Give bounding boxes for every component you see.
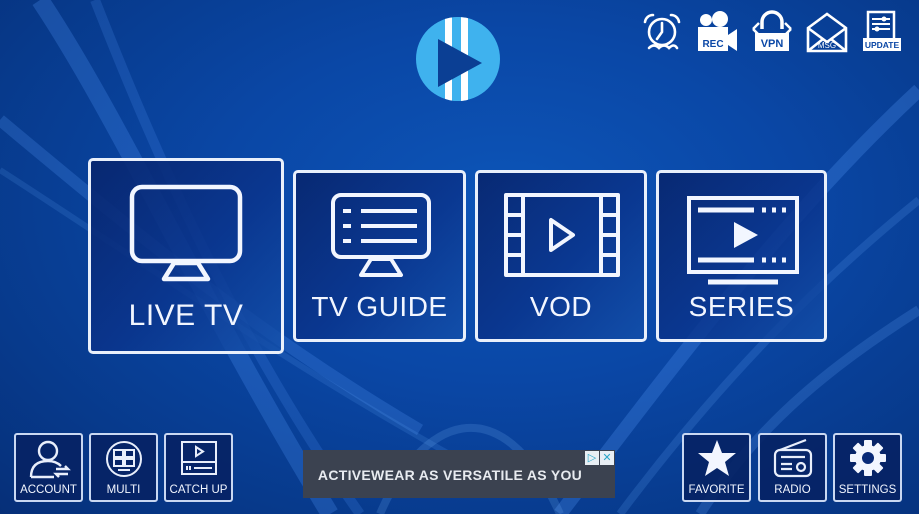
account-button[interactable]: ACCOUNT (14, 433, 83, 502)
msg-label: MSG (818, 41, 836, 50)
radio-icon (773, 438, 813, 478)
alarm-button[interactable] (640, 10, 684, 54)
ad-banner[interactable]: ACTIVEWEAR AS VERSATILE AS YOU ▷ ✕ (303, 450, 615, 498)
multi-label: MULTI (106, 484, 141, 496)
tv-icon (129, 184, 243, 282)
catch-up-label: CATCH UP (169, 484, 228, 496)
menu-tile-series[interactable]: SERIES (656, 170, 827, 342)
gear-icon (850, 440, 886, 476)
film-play-icon (504, 193, 620, 277)
lock-icon: VPN (752, 10, 792, 51)
radio-button[interactable]: RADIO (758, 433, 827, 502)
ad-close-icon[interactable]: ✕ (600, 451, 614, 465)
menu-tile-tv-guide[interactable]: TV GUIDE (293, 170, 466, 342)
alarm-clock-icon (643, 13, 681, 50)
tv-guide-icon (331, 193, 431, 277)
rec-button[interactable]: REC (695, 10, 739, 54)
vpn-button[interactable]: VPN (750, 9, 794, 53)
settings-label: SETTINGS (838, 484, 897, 496)
menu-tile-label: LIVE TV (128, 299, 244, 332)
catch-up-button[interactable]: CATCH UP (164, 433, 233, 502)
menu-tile-live-tv[interactable]: LIVE TV (88, 158, 284, 354)
adchoices-icon[interactable]: ▷ (585, 451, 599, 465)
video-camera-icon: REC (698, 11, 737, 51)
ad-text: ACTIVEWEAR AS VERSATILE AS YOU (317, 467, 583, 483)
update-button[interactable]: UPDATE (860, 9, 904, 53)
multiscreen-icon (106, 441, 142, 477)
favorite-label: FAVORITE (688, 484, 745, 496)
radio-label: RADIO (774, 484, 811, 496)
series-play-icon (687, 196, 799, 285)
envelope-icon: MSG (806, 12, 848, 53)
play-logo-icon (416, 17, 500, 101)
menu-tile-vod[interactable]: VOD (475, 170, 647, 342)
update-label: UPDATE (865, 40, 900, 50)
msg-button[interactable]: MSG (805, 10, 849, 54)
favorite-button[interactable]: FAVORITE (682, 433, 751, 502)
rec-label: REC (702, 39, 723, 50)
app-logo (414, 15, 502, 103)
settings-button[interactable]: SETTINGS (833, 433, 902, 502)
user-switch-icon (29, 440, 71, 479)
multi-button[interactable]: MULTI (89, 433, 158, 502)
account-label: ACCOUNT (20, 484, 77, 496)
ad-badge: ▷ ✕ (585, 451, 614, 465)
document-update-icon: UPDATE (863, 10, 901, 51)
catch-up-icon (181, 441, 217, 475)
vpn-label: VPN (761, 38, 784, 50)
menu-tile-label: TV GUIDE (311, 291, 448, 322)
star-icon (698, 440, 736, 476)
menu-tile-label: VOD (529, 291, 593, 322)
menu-tile-label: SERIES (688, 291, 795, 322)
